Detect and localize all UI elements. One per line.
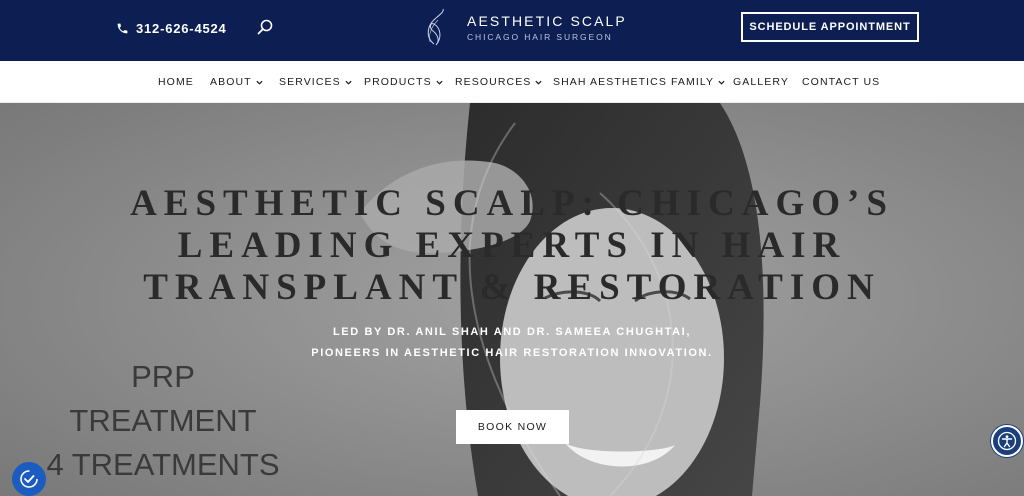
chevron-down-icon: [718, 80, 725, 85]
nav-item-label: RESOURCES: [455, 76, 532, 88]
hero-title-line: AESTHETIC SCALP: CHICAGO’S: [130, 183, 894, 224]
cookie-consent-button[interactable]: [12, 462, 46, 496]
nav-item-label: SERVICES: [279, 76, 341, 88]
hero-subtitle-line: PIONEERS IN AESTHETIC HAIR RESTORATION I…: [311, 347, 713, 359]
chevron-down-icon: [535, 80, 542, 85]
nav-item-products[interactable]: PRODUCTS: [364, 75, 443, 89]
site-logo[interactable]: AESTHETIC SCALP CHICAGO HAIR SURGEON: [416, 8, 625, 48]
promo-line: PRP: [131, 359, 195, 394]
prp-promo-text: PRP TREATMENT 4 TREATMENTS: [38, 355, 288, 487]
nav-item-shah-aesthetics-family[interactable]: SHAH AESTHETICS FAMILY: [553, 75, 725, 89]
hero-title-line: TRANSPLANT & RESTORATION: [143, 267, 881, 308]
nav-item-label: ABOUT: [210, 76, 252, 88]
nav-item-about[interactable]: ABOUT: [210, 75, 263, 89]
top-header: 312-626-4524 AESTHETIC SCALP CHICAGO HAI…: [0, 0, 1024, 61]
nav-item-label: HOME: [158, 76, 194, 88]
phone-icon: [117, 23, 128, 33]
hero-title-line: LEADING EXPERTS IN HAIR: [177, 225, 847, 266]
phone-number: 312-626-4524: [136, 20, 227, 36]
cookie-consent-icon: [20, 470, 38, 488]
search-button[interactable]: [257, 19, 273, 35]
nav-item-resources[interactable]: RESOURCES: [455, 75, 542, 89]
book-now-button[interactable]: BOOK NOW: [456, 410, 569, 444]
nav-item-services[interactable]: SERVICES: [279, 75, 352, 89]
schedule-appointment-button[interactable]: SCHEDULE APPOINTMENT: [741, 12, 919, 42]
hero-subtitle: LED BY DR. ANIL SHAH AND DR. SAMEEA CHUG…: [212, 322, 812, 364]
nav-item-label: CONTACT US: [802, 76, 881, 88]
hero-section: AESTHETIC SCALP: CHICAGO’S LEADING EXPER…: [0, 103, 1024, 496]
chevron-down-icon: [345, 80, 352, 85]
nav-item-home[interactable]: HOME: [158, 75, 194, 89]
nav-item-label: SHAH AESTHETICS FAMILY: [553, 76, 715, 88]
logo-subtitle: CHICAGO HAIR SURGEON: [467, 32, 613, 42]
nav-item-label: GALLERY: [733, 76, 789, 88]
hero-subtitle-line: LED BY DR. ANIL SHAH AND DR. SAMEEA CHUG…: [332, 326, 691, 338]
promo-line: TREATMENT: [69, 403, 257, 438]
main-nav: HOME ABOUT SERVICES PRODUCTS RESOURCES S…: [0, 61, 1024, 103]
chevron-down-icon: [436, 80, 443, 85]
phone-link[interactable]: 312-626-4524: [116, 19, 227, 37]
chevron-down-icon: [256, 80, 263, 85]
accessibility-button[interactable]: [991, 425, 1023, 457]
promo-line: 4 TREATMENTS: [46, 447, 280, 482]
logo-mark-icon: [427, 8, 444, 46]
nav-item-contact-us[interactable]: CONTACT US: [802, 75, 880, 89]
logo-title: AESTHETIC SCALP: [467, 13, 627, 29]
nav-item-gallery[interactable]: GALLERY: [733, 75, 789, 89]
hero-title: AESTHETIC SCALP: CHICAGO’S LEADING EXPER…: [60, 183, 964, 309]
search-icon: [257, 19, 273, 35]
accessibility-icon: [997, 431, 1017, 451]
nav-item-label: PRODUCTS: [364, 76, 432, 88]
